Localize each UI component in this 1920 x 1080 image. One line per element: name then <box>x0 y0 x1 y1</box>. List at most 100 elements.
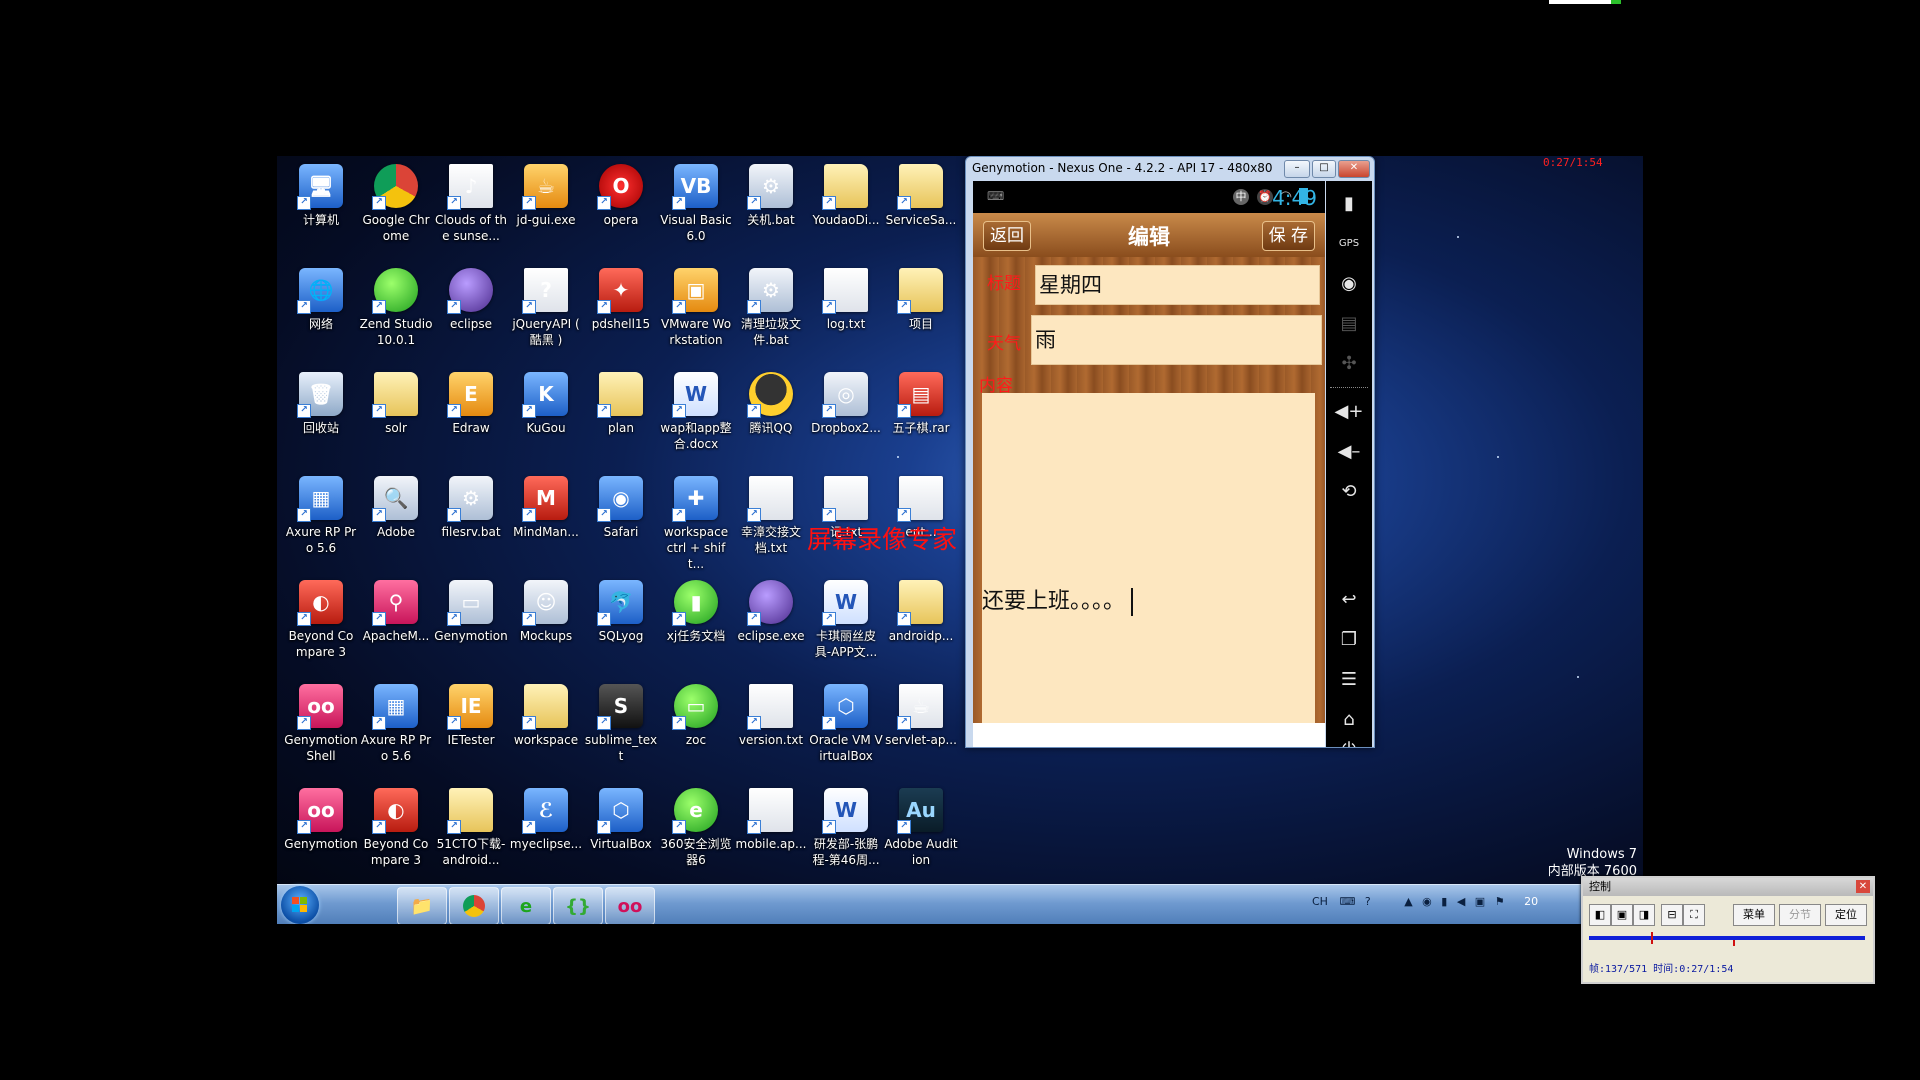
playback-position-marker[interactable] <box>1651 932 1653 944</box>
minimize-button[interactable]: – <box>1284 160 1310 178</box>
desktop-icon[interactable]: ↗ ServiceSa... <box>884 158 958 258</box>
desktop-icon[interactable]: ▣ ↗ VMware Workstation <box>659 262 733 362</box>
camera-icon[interactable]: ▤ <box>1334 311 1364 337</box>
title-input[interactable]: 星期四 <box>1035 265 1320 305</box>
desktop-icon[interactable]: M ↗ MindMan... <box>509 470 583 570</box>
save-button[interactable]: 保 存 <box>1261 221 1315 251</box>
desktop-icon[interactable]: ◉ ↗ Safari <box>584 470 658 570</box>
desktop-icon[interactable]: e ↗ 360安全浏览器6 <box>659 782 733 882</box>
keyboard-tray-icon[interactable]: ⌨ <box>1339 895 1355 908</box>
play-last-icon[interactable]: ◨ <box>1633 904 1655 926</box>
android-screen[interactable]: ⌨ 中 ⏰ ◠ 4:49 返回 编辑 保 存 标题 星期四 天气 雨 内容 还要… <box>973 181 1325 747</box>
taskbar-chrome-icon[interactable] <box>449 887 499 924</box>
desktop-icon[interactable]: 🌐 ↗ 网络 <box>284 262 358 362</box>
desktop-icon[interactable]: E ↗ Edraw <box>434 366 508 466</box>
desktop-icon[interactable]: ▭ ↗ zoc <box>659 678 733 778</box>
desktop-icon[interactable]: ↗ solr <box>359 366 433 466</box>
desktop-icon[interactable]: ⚲ ↗ ApacheM... <box>359 574 433 674</box>
recent-apps-icon[interactable]: ❐ <box>1334 627 1364 653</box>
gps-icon[interactable]: GPS <box>1334 231 1364 257</box>
desktop-icon[interactable]: ↗ eclipse.exe <box>734 574 808 674</box>
desktop-icon[interactable]: ◐ ↗ Beyond Compare 3 <box>284 574 358 674</box>
desktop-icon[interactable]: 🔍 ↗ Adobe <box>359 470 433 570</box>
taskbar-brackets-icon[interactable]: {} <box>553 887 603 924</box>
360-tray-icon[interactable]: ◉ <box>1422 895 1432 908</box>
desktop-icon[interactable]: ↗ workspace <box>509 678 583 778</box>
desktop-icon[interactable]: ↗ YoudaoDi... <box>809 158 883 258</box>
desktop-icon[interactable]: W ↗ 研发部-张鹏程-第46周... <box>809 782 883 882</box>
rotate-icon[interactable]: ⟲ <box>1334 479 1364 505</box>
desktop-icon[interactable]: ▮ ↗ xj任务文档 <box>659 574 733 674</box>
desktop-icon[interactable]: ↗ eclipse <box>434 262 508 362</box>
input-language[interactable]: CH <box>1312 895 1328 908</box>
content-textarea[interactable]: 还要上班。。。。 <box>982 393 1315 723</box>
desktop-icon[interactable]: ☕ ↗ jd-gui.exe <box>509 158 583 258</box>
action-center-icon[interactable]: ⚑ <box>1495 895 1505 908</box>
volume-tray-icon[interactable]: ◀ <box>1457 895 1465 908</box>
battery-icon[interactable]: ▮ <box>1334 191 1364 217</box>
taskbar-360-browser-icon[interactable]: e <box>501 887 551 924</box>
fit-window-icon[interactable]: ⊟ <box>1661 904 1683 926</box>
playback-slider[interactable] <box>1589 936 1865 940</box>
desktop-icon[interactable]: oo ↗ Genymotion Shell <box>284 678 358 778</box>
desktop-icon[interactable]: ♪ ↗ Clouds of the sunse... <box>434 158 508 258</box>
desktop-icon[interactable]: ↗ version.txt <box>734 678 808 778</box>
desktop-icon[interactable]: oo ↗ Genymotion <box>284 782 358 882</box>
weather-input[interactable]: 雨 <box>1031 315 1322 365</box>
desktop-icon[interactable]: ▤ ↗ 五子棋.rar <box>884 366 958 466</box>
start-button[interactable] <box>281 886 319 924</box>
volume-down-icon[interactable]: ◀– <box>1334 439 1364 465</box>
genymotion-window[interactable]: Genymotion - Nexus One - 4.2.2 - API 17 … <box>965 156 1375 748</box>
desktop-icon[interactable]: ℰ ↗ myeclipse... <box>509 782 583 882</box>
desktop-icon[interactable]: W ↗ 卡琪丽丝皮具-APP文... <box>809 574 883 674</box>
desktop-icon[interactable]: 🐬 ↗ SQLyog <box>584 574 658 674</box>
desktop-icon[interactable]: ✚ ↗ workspace ctrl + shift... <box>659 470 733 571</box>
menu-icon[interactable]: ☰ <box>1334 667 1364 693</box>
desktop-icon[interactable]: ↗ Zend Studio 10.0.1 <box>359 262 433 362</box>
desktop-icon[interactable]: 🗑 ↗ 回收站 <box>284 366 358 466</box>
tray-expand-icon[interactable]: ▲ <box>1404 895 1412 908</box>
dpad-icon[interactable]: ✣ <box>1334 351 1364 377</box>
play-first-icon[interactable]: ◧ <box>1589 904 1611 926</box>
desktop-icon[interactable]: O ↗ opera <box>584 158 658 258</box>
desktop-icon[interactable]: Au ↗ Adobe Audition <box>884 782 958 882</box>
clock[interactable]: 20 <box>1524 895 1538 908</box>
desktop-icon[interactable]: ↗ 51CTO下载-android... <box>434 782 508 882</box>
desktop-icon[interactable]: ↗ 腾讯QQ <box>734 366 808 466</box>
desktop-icon[interactable]: ▦ ↗ Axure RP Pro 5.6 <box>284 470 358 570</box>
power-icon[interactable]: ⏻ <box>1334 737 1364 747</box>
desktop-icon[interactable]: ⚙ ↗ filesrv.bat <box>434 470 508 570</box>
taskbar-explorer-icon[interactable]: 📁 <box>397 887 447 924</box>
desktop-icon[interactable]: ⚙ ↗ 关机.bat <box>734 158 808 258</box>
desktop-icon[interactable]: ↗ androidp... <box>884 574 958 674</box>
taskbar-genymotion-icon[interactable]: oo <box>605 887 655 924</box>
desktop-icon[interactable]: ⬡ ↗ Oracle VM VirtualBox <box>809 678 883 778</box>
desktop-icon[interactable]: ↗ mobile.ap... <box>734 782 808 882</box>
desktop-icon[interactable]: ↗ 幸漳交接文档.txt <box>734 470 808 570</box>
close-button[interactable]: ✕ <box>1338 160 1370 178</box>
maximize-button[interactable]: □ <box>1312 160 1336 178</box>
desktop-icon[interactable]: ▭ ↗ Genymotion <box>434 574 508 674</box>
volume-up-icon[interactable]: ◀+ <box>1334 399 1364 425</box>
desktop-icon[interactable]: 🖥 ↗ 计算机 <box>284 158 358 258</box>
back-icon[interactable]: ↩ <box>1334 587 1364 613</box>
desktop-icon[interactable]: ☕ ↗ servlet-ap... <box>884 678 958 778</box>
webcam-icon[interactable]: ◉ <box>1334 271 1364 297</box>
fullscreen-icon[interactable]: ⛶ <box>1683 904 1705 926</box>
desktop-icon[interactable]: VB ↗ Visual Basic 6.0 <box>659 158 733 258</box>
desktop-icon[interactable]: ✦ ↗ pdshell15 <box>584 262 658 362</box>
recorder-control-panel[interactable]: 控制 ✕ ◧ ▣ ◨ ⊟ ⛶ 菜单 分节 定位 帧:137/571 时间:0:2… <box>1581 876 1875 984</box>
segment-button[interactable]: 分节 <box>1779 904 1821 926</box>
desktop-icon[interactable]: ↗ 项目 <box>884 262 958 362</box>
desktop-icon[interactable]: S ↗ sublime_text <box>584 678 658 778</box>
network-tray-icon[interactable]: ▣ <box>1475 895 1485 908</box>
desktop-icon[interactable]: ☺ ↗ Mockups <box>509 574 583 674</box>
desktop-icon[interactable]: ⬡ ↗ VirtualBox <box>584 782 658 882</box>
desktop-icon[interactable]: ◐ ↗ Beyond Compare 3 <box>359 782 433 882</box>
help-tray-icon[interactable]: ? <box>1365 895 1371 908</box>
menu-button[interactable]: 菜单 <box>1733 904 1775 926</box>
pause-icon[interactable]: ▣ <box>1611 904 1633 926</box>
desktop-icon[interactable]: IE ↗ IETester <box>434 678 508 778</box>
usb-tray-icon[interactable]: ▮ <box>1441 895 1447 908</box>
home-icon[interactable]: ⌂ <box>1334 707 1364 733</box>
